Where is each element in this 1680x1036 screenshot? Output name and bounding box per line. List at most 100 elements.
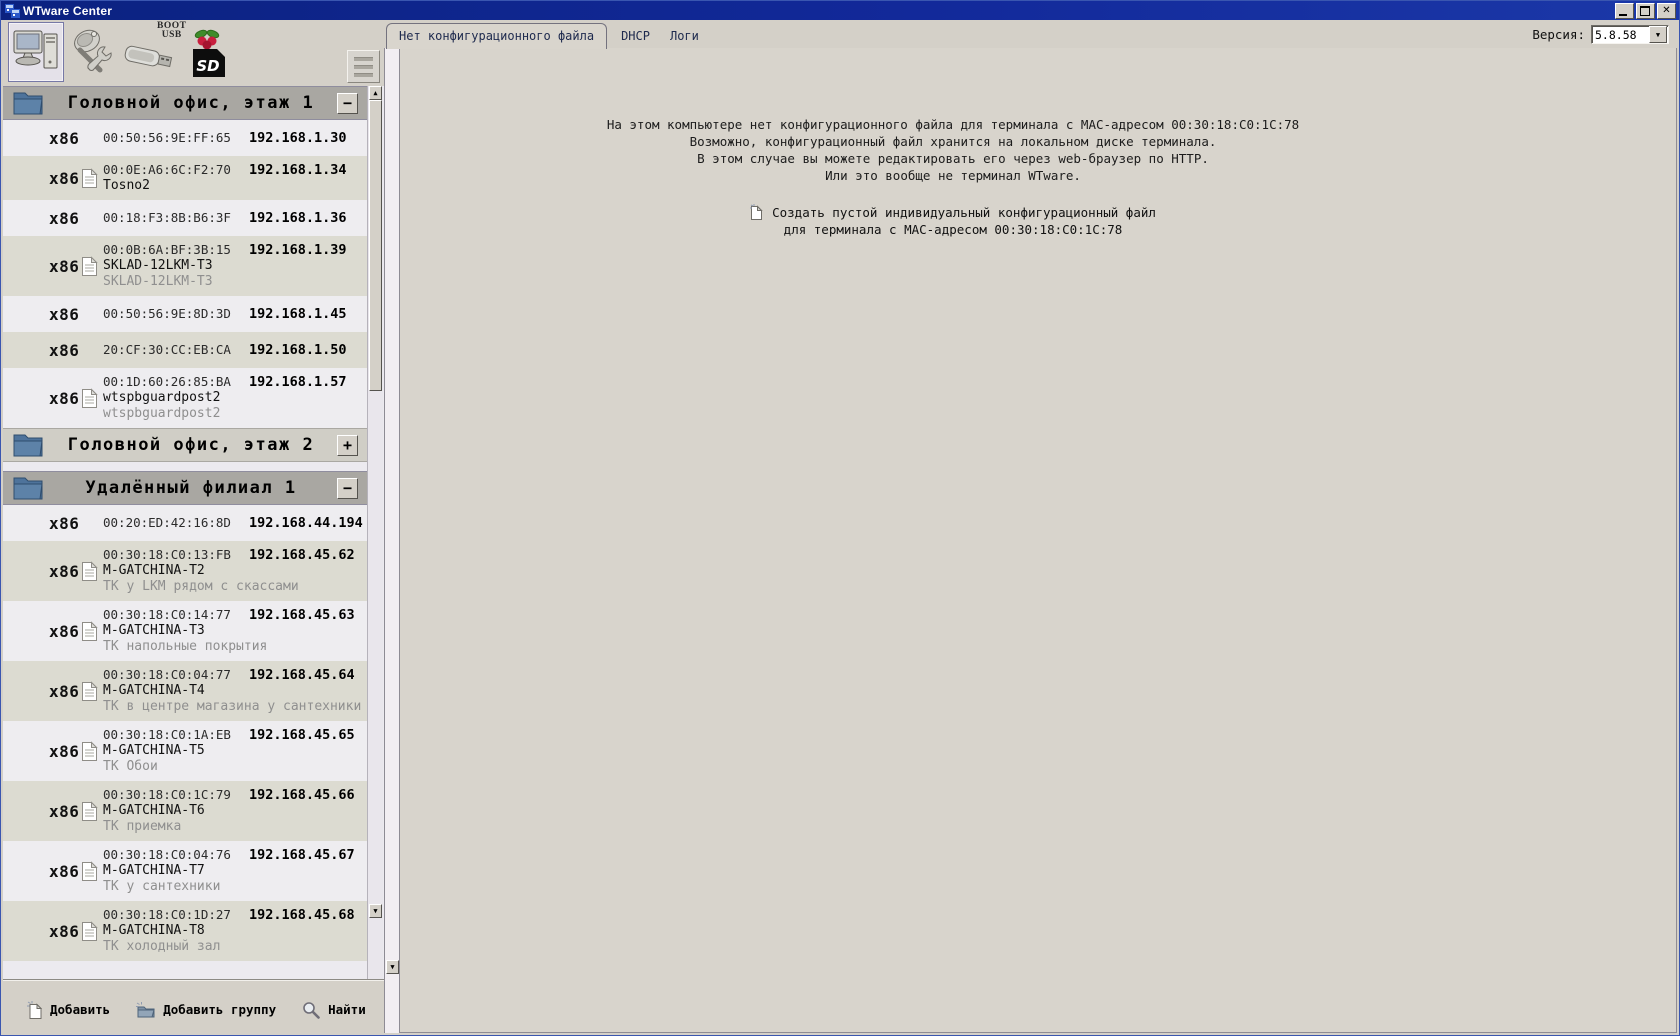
terminal-ip: 192.168.1.50 [249, 342, 347, 358]
terminal-mac: 00:50:56:9E:FF:65 [103, 130, 249, 146]
sidebar-scrollbar[interactable]: ▲ ▼ [367, 86, 383, 979]
terminals-toolbar-button[interactable] [8, 22, 64, 82]
terminal-description: ТК холодный зал [103, 939, 367, 955]
tab-logs[interactable]: Логи [660, 29, 709, 43]
terminal-row[interactable]: x8600:30:18:C0:1A:EB192.168.45.65M-GATCH… [3, 721, 367, 781]
settings-toolbar-button[interactable] [67, 24, 121, 78]
scroll-thumb[interactable] [369, 100, 382, 391]
app-window: WTware Center ✕ [0, 0, 1680, 1036]
window-title: WTware Center [23, 4, 1613, 18]
terminal-name: M-GATCHINA-T6 [103, 803, 367, 819]
terminal-arch-label: x86 [49, 514, 79, 533]
terminal-mac: 00:30:18:C0:04:77 [103, 667, 249, 683]
terminal-row[interactable]: x8600:50:56:9E:8D:3D192.168.1.45 [3, 296, 367, 332]
terminal-name: M-GATCHINA-T8 [103, 923, 367, 939]
terminal-row[interactable]: x8600:30:18:C0:04:77192.168.45.64M-GATCH… [3, 661, 367, 721]
terminal-ip: 192.168.1.34 [249, 162, 347, 178]
terminal-row[interactable]: x8600:30:18:C0:14:77192.168.45.63M-GATCH… [3, 601, 367, 661]
add-group-button[interactable]: Добавить группу [136, 1002, 276, 1018]
add-group-label: Добавить группу [163, 1002, 276, 1017]
main-scrollbar-track[interactable]: ▼ [384, 48, 399, 1033]
close-button[interactable]: ✕ [1657, 3, 1676, 19]
terminal-info: 00:30:18:C0:04:77192.168.45.64M-GATCHINA… [103, 667, 367, 715]
terminal-arch-cell: x86 [3, 256, 103, 277]
title-bar: WTware Center ✕ [1, 1, 1679, 20]
tab-bar: Нет конфигурационного файла DHCP Логи Ве… [384, 22, 1677, 49]
terminal-info: 00:20:ED:42:16:8D192.168.44.194 [103, 515, 367, 531]
find-button[interactable]: Найти [302, 1001, 366, 1019]
scroll-up-button[interactable]: ▲ [369, 86, 382, 100]
terminal-name: SKLAD-12LKM-T3 [103, 258, 367, 274]
terminal-group-header[interactable]: Головной офис, этаж 2+ [3, 428, 367, 462]
tab-no-config-file[interactable]: Нет конфигурационного файла [386, 23, 607, 49]
minimize-button[interactable] [1615, 3, 1634, 19]
boot-usb-toolbar-button[interactable]: BOOT USB [123, 22, 185, 80]
terminal-arch-cell: x86 [3, 514, 103, 533]
message-line: Возможно, конфигурационный файл хранится… [400, 133, 1506, 150]
terminal-arch-cell: x86 [3, 168, 103, 189]
folder-icon [11, 432, 45, 458]
tab-dhcp[interactable]: DHCP [611, 29, 660, 43]
computer-icon [13, 28, 59, 76]
terminal-info: 00:1D:60:26:85:BA192.168.1.57wtspbguardp… [103, 374, 367, 422]
terminal-arch-cell: x86 [3, 741, 103, 762]
terminal-arch-label: x86 [49, 257, 79, 276]
terminal-arch-label: x86 [49, 922, 79, 941]
terminal-mac: 00:1D:60:26:85:BA [103, 374, 249, 390]
terminal-group-header[interactable]: Головной офис, этаж 1− [3, 86, 367, 120]
terminal-mac: 00:20:ED:42:16:8D [103, 515, 249, 531]
config-file-icon [81, 801, 98, 822]
terminal-arch-label: x86 [49, 562, 79, 581]
terminal-row[interactable]: x8600:30:18:C0:04:76192.168.45.67M-GATCH… [3, 841, 367, 901]
collapse-group-button[interactable]: − [337, 478, 358, 499]
search-icon [302, 1001, 320, 1019]
create-config-link[interactable]: Создать пустой индивидуальный конфигурац… [400, 204, 1506, 238]
terminal-row[interactable]: x8600:0E:A6:6C:F2:70192.168.1.34Tosno2 [3, 156, 367, 200]
collapse-group-button[interactable]: − [337, 93, 358, 114]
terminal-ip: 192.168.45.68 [249, 907, 355, 923]
chevron-down-icon[interactable]: ▼ [1649, 26, 1667, 43]
menu-button[interactable] [347, 50, 380, 83]
terminal-row[interactable]: x8600:30:18:C0:1C:79192.168.45.66M-GATCH… [3, 781, 367, 841]
message-line: Или это вообще не терминал WTware. [400, 167, 1506, 184]
toolbar: BOOT USB [3, 20, 384, 86]
config-file-icon [81, 861, 98, 882]
terminal-row[interactable]: x86 00:0B:6A:BF:3B:15192.168.1.39SKLAD-12… [3, 236, 367, 296]
terminal-row[interactable]: x8600:18:F3:8B:B6:3F192.168.1.36 [3, 200, 367, 236]
terminal-group-header[interactable]: Удалённый филиал 1− [3, 471, 367, 505]
tab-label: DHCP [621, 29, 650, 43]
terminal-arch-cell: x86 [3, 561, 103, 582]
group-title: Головной офис, этаж 2 [45, 435, 337, 455]
version-select[interactable]: 5.8.58 ▼ [1591, 25, 1669, 44]
terminal-arch-cell: x86 [3, 341, 103, 360]
terminal-arch-label: x86 [49, 209, 79, 228]
terminal-row[interactable]: x8600:30:18:C0:1D:27192.168.45.68M-GATCH… [3, 901, 367, 961]
config-file-icon [81, 561, 98, 582]
raspberry-sd-toolbar-button[interactable]: SD [186, 26, 230, 80]
expand-group-button[interactable]: + [337, 435, 358, 456]
terminal-arch-cell: x86 [3, 305, 103, 324]
terminal-arch-cell: x86 [3, 801, 103, 822]
scroll-down-button[interactable]: ▼ [369, 904, 382, 918]
terminal-arch-cell: x86 [3, 129, 103, 148]
terminal-row[interactable]: x8600:30:18:C0:13:FB192.168.45.62M-GATCH… [3, 541, 367, 601]
terminal-name: Tosno2 [103, 178, 367, 194]
terminal-ip: 192.168.45.65 [249, 727, 355, 743]
terminal-info: 00:30:18:C0:1C:79192.168.45.66M-GATCHINA… [103, 787, 367, 835]
terminal-mac: 00:0B:6A:BF:3B:15 [103, 242, 249, 258]
maximize-button[interactable] [1636, 3, 1655, 19]
terminal-row[interactable]: x8600:50:56:9E:FF:65192.168.1.30 [3, 120, 367, 156]
config-file-icon [81, 741, 98, 762]
terminal-ip: 192.168.1.36 [249, 210, 347, 226]
config-file-icon [81, 921, 98, 942]
scroll-down-button[interactable]: ▼ [386, 960, 399, 974]
terminal-row[interactable]: x8600:1D:60:26:85:BA192.168.1.57wtspbgua… [3, 368, 367, 428]
add-terminal-button[interactable]: Добавить [27, 1001, 110, 1019]
terminal-name: M-GATCHINA-T4 [103, 683, 367, 699]
terminal-row[interactable]: x8620:CF:30:CC:EB:CA192.168.1.50 [3, 332, 367, 368]
terminal-info: 00:50:56:9E:FF:65192.168.1.30 [103, 130, 367, 146]
message-line: В этом случае вы можете редактировать ег… [400, 150, 1506, 167]
terminal-row[interactable]: x86 00:20:ED:42:16:8D192.168.44.194 [3, 505, 367, 541]
create-config-line1: Создать пустой индивидуальный конфигурац… [772, 205, 1156, 220]
terminal-ip: 192.168.1.39 [249, 242, 347, 258]
